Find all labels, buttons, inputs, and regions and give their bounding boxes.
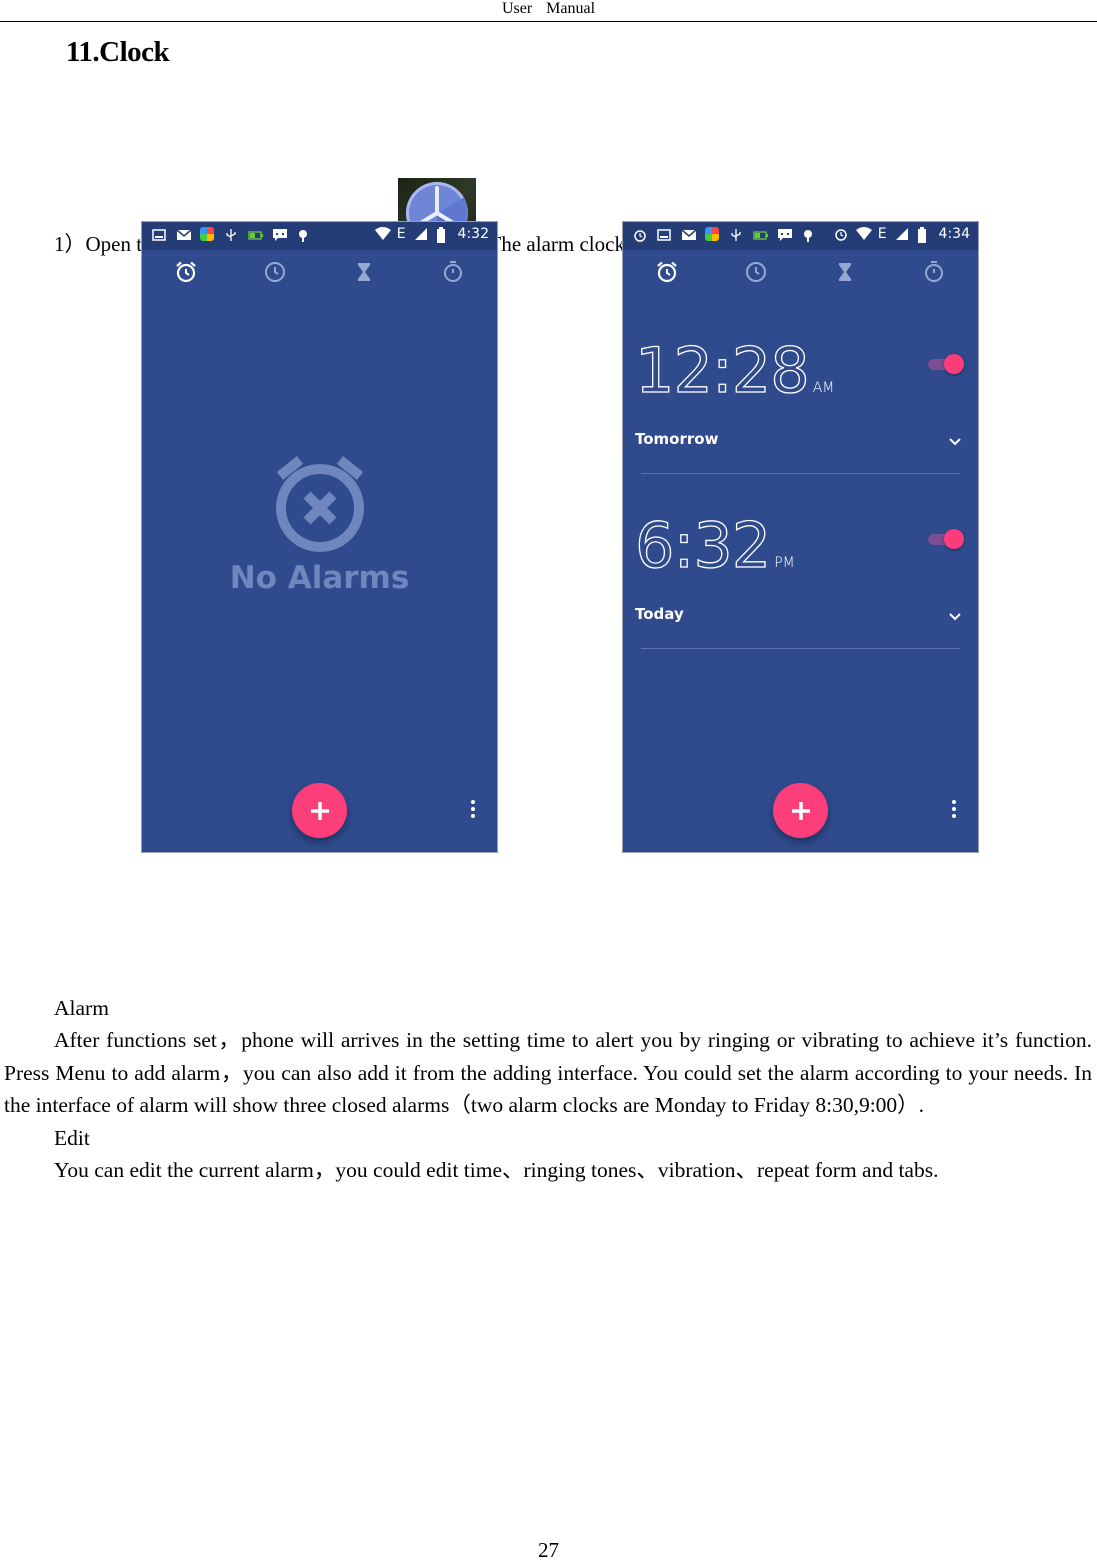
alarm-item[interactable]: 6:32 PM Today	[623, 508, 978, 684]
screenshot-alarms-list: E 4:34 12:28 AM Tomorrow 6:32 PM Today	[622, 221, 979, 853]
expand-chevron-icon[interactable]	[948, 432, 962, 451]
signal-icon	[895, 227, 909, 241]
tab-timer[interactable]	[801, 250, 890, 294]
mail-icon	[176, 227, 192, 241]
alarm-paragraph: After functions set，phone will arrives i…	[4, 1028, 1092, 1118]
alarm-toggle[interactable]	[928, 529, 964, 549]
plus-icon	[791, 801, 810, 820]
more-vert-icon	[952, 800, 956, 804]
tab-stopwatch[interactable]	[889, 250, 978, 294]
overflow-menu-button[interactable]	[471, 800, 475, 818]
battery-charging-icon	[248, 227, 263, 241]
sms-icon	[272, 227, 287, 241]
section-title: 11.Clock	[66, 36, 170, 68]
alarm-icon	[633, 227, 647, 242]
status-bar: E 4:32	[142, 222, 497, 250]
clock-icon	[265, 262, 286, 282]
alarm-label: Tomorrow	[635, 430, 719, 448]
page-header: User Manual	[0, 0, 1097, 22]
tab-stopwatch[interactable]	[408, 250, 497, 294]
edit-paragraph: You can edit the current alarm，you could…	[54, 1158, 939, 1183]
page-number: 27	[538, 1538, 559, 1562]
tab-clock[interactable]	[231, 250, 320, 294]
empty-state: No Alarms	[142, 452, 497, 596]
signal-icon	[414, 227, 428, 241]
tab-bar	[623, 250, 978, 294]
tab-timer[interactable]	[320, 250, 409, 294]
gallery-icon	[657, 227, 671, 241]
gallery-icon	[152, 227, 166, 241]
alarm-toggle[interactable]	[928, 354, 964, 374]
status-time: 4:32	[457, 226, 489, 242]
alarm-label: Today	[635, 605, 684, 623]
alarm-off-icon	[275, 456, 364, 552]
header-right: Manual	[546, 0, 596, 17]
alarm-ampm: PM	[774, 555, 795, 571]
usb-icon	[729, 227, 743, 241]
wifi-icon	[855, 227, 872, 241]
hourglass-icon	[357, 263, 370, 281]
hourglass-icon	[838, 263, 851, 281]
clock-icon	[746, 262, 767, 282]
android-debug-icon	[801, 227, 815, 242]
alarm-clock-icon	[657, 261, 678, 283]
alarm-heading: Alarm	[54, 996, 109, 1020]
network-type: E	[877, 226, 887, 242]
plus-icon	[310, 801, 329, 820]
app-icon	[200, 227, 214, 241]
android-debug-icon	[296, 227, 310, 242]
no-alarms-text: No Alarms	[229, 560, 410, 596]
tab-clock[interactable]	[712, 250, 801, 294]
add-alarm-button[interactable]	[292, 783, 347, 838]
mail-icon	[681, 227, 697, 241]
usb-icon	[224, 227, 238, 241]
wifi-icon	[374, 227, 391, 241]
alarm-item[interactable]: 12:28 AM Tomorrow	[623, 333, 978, 509]
edit-heading: Edit	[54, 1125, 90, 1150]
divider	[641, 473, 960, 474]
add-alarm-button[interactable]	[773, 783, 828, 838]
alarm-ampm: AM	[812, 380, 835, 396]
status-time: 4:34	[938, 226, 970, 242]
header-left: User	[501, 0, 533, 17]
stopwatch-icon	[924, 261, 943, 282]
screenshot-no-alarms: E 4:32 No Alarms	[141, 221, 498, 853]
expand-chevron-icon[interactable]	[948, 607, 962, 626]
more-vert-icon	[471, 800, 475, 804]
tab-bar	[142, 250, 497, 294]
battery-charging-icon	[753, 227, 768, 241]
status-bar: E 4:34	[623, 222, 978, 250]
alarm-icon	[834, 227, 848, 241]
body-text: Alarm After functions set，phone will arr…	[4, 992, 1092, 1186]
tab-alarm[interactable]	[142, 250, 231, 294]
alarm-time[interactable]: 6:32 PM	[634, 508, 795, 582]
sms-icon	[777, 227, 792, 241]
app-icon	[705, 227, 719, 241]
battery-icon	[436, 227, 450, 243]
battery-icon	[917, 227, 931, 243]
network-type: E	[396, 226, 406, 242]
divider	[641, 648, 960, 649]
overflow-menu-button[interactable]	[952, 800, 956, 818]
alarm-time[interactable]: 12:28 AM	[634, 333, 835, 407]
alarm-clock-icon	[176, 261, 197, 283]
stopwatch-icon	[443, 261, 462, 282]
tab-alarm[interactable]	[623, 250, 712, 294]
